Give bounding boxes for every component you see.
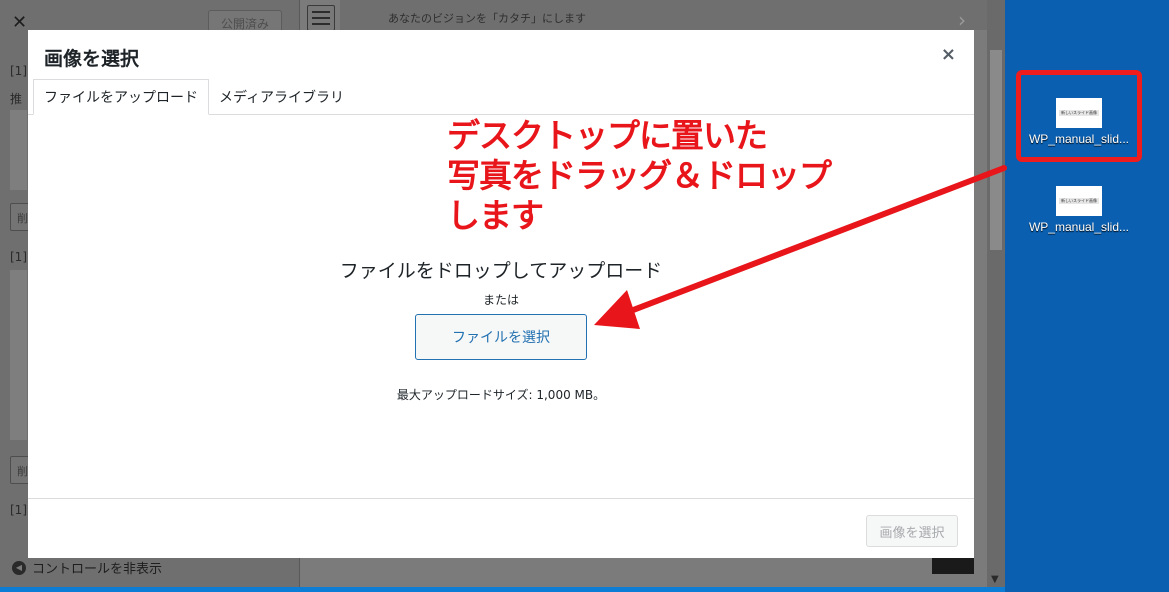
hide-controls-label: コントロールを非表示: [32, 562, 163, 577]
modal-title: 画像を選択: [44, 48, 140, 70]
menu-icon[interactable]: [307, 5, 335, 31]
modal-tabs: ファイルをアップロード メディアライブラリ: [28, 79, 974, 115]
sidebar-panel: [10, 270, 27, 440]
max-upload-size: 最大アップロードサイズ: 1,000 MB。: [396, 388, 606, 402]
annotation-line: デスクトップに置いた: [447, 116, 768, 155]
chevron-right-icon[interactable]: ›: [958, 8, 966, 32]
highlight-box: [1016, 70, 1142, 162]
select-image-button[interactable]: 画像を選択: [866, 515, 958, 547]
collapse-icon: ◀: [12, 560, 26, 575]
desktop-file-icon[interactable]: 新しいスライド画像 WP_manual_slid...: [1024, 186, 1134, 234]
drop-zone-or: または: [482, 293, 519, 307]
sidebar-text: [1]: [10, 250, 27, 264]
hide-controls-toggle[interactable]: ◀ コントロールを非表示: [12, 558, 162, 577]
select-image-modal: 画像を選択 × ファイルをアップロード メディアライブラリ ファイルをドロップし…: [28, 30, 974, 558]
sidebar-text: [1]: [10, 64, 27, 78]
sidebar-panel: [10, 110, 27, 190]
image-thumbnail-icon: 新しいスライド画像: [1056, 186, 1102, 216]
tab-upload-files[interactable]: ファイルをアップロード: [33, 79, 209, 115]
annotation-line: 写真をドラッグ＆ドロップ: [447, 156, 832, 195]
sidebar-text: [1]: [10, 503, 27, 517]
customizer-close-icon[interactable]: ✕: [12, 12, 27, 33]
scroll-down-icon[interactable]: ▼: [991, 574, 999, 585]
scrollbar-thumb[interactable]: [990, 50, 1002, 250]
annotation-line: します: [447, 196, 544, 235]
sidebar-delete-button[interactable]: 削: [10, 203, 30, 231]
select-file-button[interactable]: ファイルを選択: [415, 314, 587, 360]
preview-bottom-bar: [0, 587, 1005, 592]
sidebar-delete-button[interactable]: 削: [10, 456, 30, 484]
desktop-file-label: WP_manual_slid...: [1028, 220, 1130, 234]
tab-media-library[interactable]: メディアライブラリ: [209, 79, 354, 115]
drop-zone-title: ファイルをドロップしてアップロード: [339, 260, 663, 282]
hero-text: あなたのビジョンを「カタチ」にします: [388, 12, 586, 25]
instruction-annotation: デスクトップに置いた 写真をドラッグ＆ドロップ します: [447, 116, 832, 236]
close-icon[interactable]: ×: [941, 44, 956, 65]
sidebar-text: 推: [10, 92, 23, 106]
modal-footer: 画像を選択: [28, 498, 974, 558]
